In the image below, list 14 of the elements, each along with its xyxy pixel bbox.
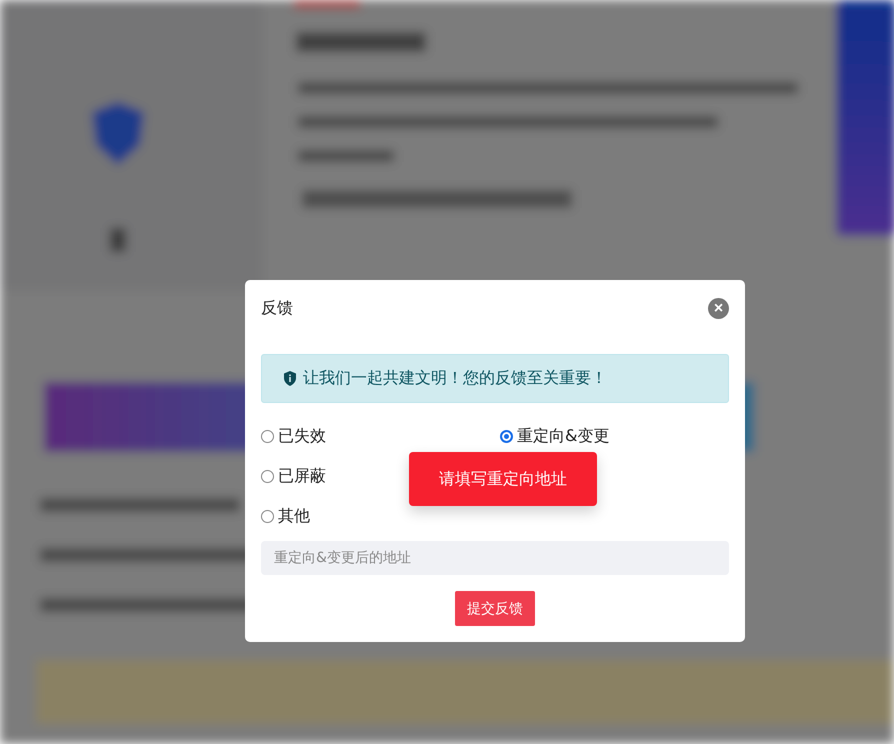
notice-text: 让我们一起共建文明！您的反馈至关重要！ [303,368,607,389]
radio-option[interactable]: 其他 [261,506,500,528]
radio-button[interactable] [261,470,274,484]
error-toast: 请填写重定向地址 [409,452,597,506]
radio-option[interactable]: 已失效 [261,426,500,448]
submit-button[interactable]: 提交反馈 [455,591,535,626]
radio-button[interactable] [261,510,274,524]
shield-icon [283,370,297,386]
address-field[interactable]: 重定向&变更后的地址 [261,540,729,575]
dialog-title: 反馈 [261,298,293,320]
close-button[interactable]: × [708,298,729,320]
radio-option[interactable]: 重定向&变更 [500,426,729,448]
radio-button[interactable] [500,430,513,444]
radio-button[interactable] [261,430,274,444]
